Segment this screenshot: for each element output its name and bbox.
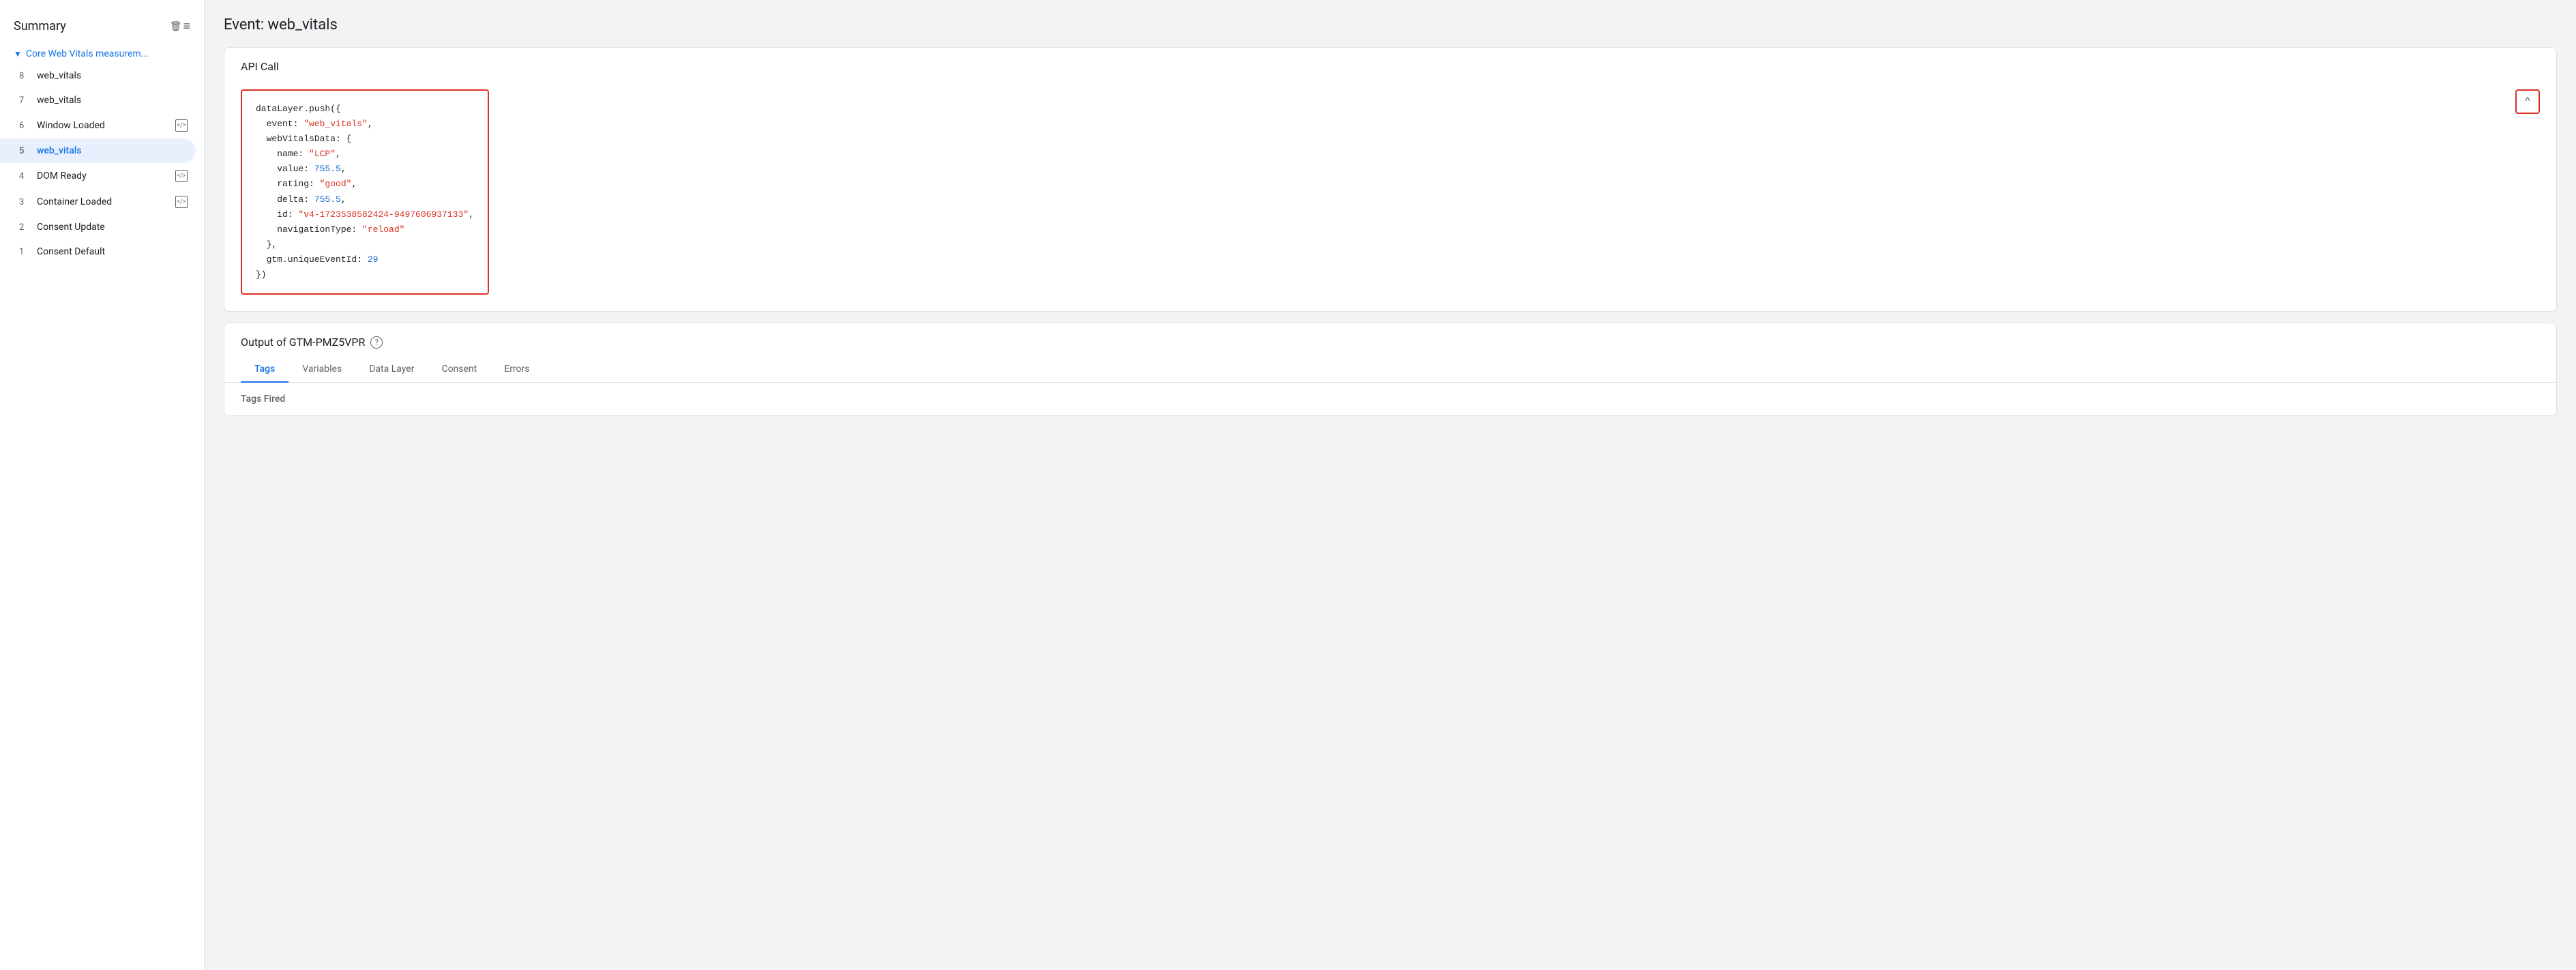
output-header: Output of GTM-PMZ5VPR ? [224, 323, 2556, 349]
code-line-6: rating: "good", [256, 177, 474, 192]
output-header-text: Output of GTM-PMZ5VPR [241, 336, 365, 349]
item-label-7: web_vitals [37, 95, 188, 106]
tabs-row: Tags Variables Data Layer Consent Errors [224, 357, 2556, 383]
item-label-4: DOM Ready [37, 171, 170, 181]
code-line-12: }) [256, 267, 474, 282]
item-label-8: web_vitals [37, 70, 188, 81]
sidebar-section-core-web-vitals[interactable]: ▼ Core Web Vitals measurem... [0, 44, 204, 63]
code-line-7: delta: 755.5, [256, 192, 474, 207]
code-icon-3: </> [175, 196, 188, 208]
api-call-header: API Call [224, 48, 2556, 81]
code-line-11: gtm.uniqueEventId: 29 [256, 252, 474, 267]
sidebar-items: ▼ Core Web Vitals measurem... 8 web_vita… [0, 44, 204, 264]
help-icon[interactable]: ? [370, 336, 383, 349]
code-line-3: webVitalsData: { [256, 132, 474, 147]
sidebar-title: Summary [14, 19, 66, 33]
api-call-card: API Call dataLayer.push({ event: "web_vi… [224, 47, 2557, 312]
code-icon-6: </> [175, 119, 188, 132]
code-line-2: event: "web_vitals", [256, 117, 474, 132]
item-number-2: 2 [19, 222, 31, 233]
sidebar-item-5[interactable]: 5 web_vitals [0, 138, 196, 163]
code-line-9: navigationType: "reload" [256, 222, 474, 237]
sidebar-actions[interactable]: 🗑 ≡ [170, 19, 190, 33]
sidebar-item-6[interactable]: 6 Window Loaded </> [0, 113, 196, 138]
collapse-button[interactable]: ^ [2515, 89, 2540, 114]
tab-consent[interactable]: Consent [428, 357, 490, 383]
page-title: Event: web_vitals [224, 16, 2557, 33]
item-number-4: 4 [19, 171, 31, 181]
sidebar-item-7[interactable]: 7 web_vitals [0, 88, 196, 113]
sidebar-header: Summary 🗑 ≡ [0, 14, 204, 44]
main-content: Event: web_vitals API Call dataLayer.pus… [205, 0, 2576, 970]
sidebar: Summary 🗑 ≡ ▼ Core Web Vitals measurem..… [0, 0, 205, 970]
chevron-down-icon: ▼ [14, 49, 22, 59]
sidebar-item-8[interactable]: 8 web_vitals [0, 63, 196, 88]
item-number-8: 8 [19, 71, 31, 81]
tags-fired-label: Tags Fired [241, 394, 285, 405]
output-card: Output of GTM-PMZ5VPR ? Tags Variables D… [224, 323, 2557, 416]
item-number-7: 7 [19, 95, 31, 106]
sidebar-item-3[interactable]: 3 Container Loaded </> [0, 189, 196, 215]
code-icon-4: </> [175, 170, 188, 182]
item-label-2: Consent Update [37, 222, 188, 233]
item-label-3: Container Loaded [37, 196, 170, 207]
code-block: dataLayer.push({ event: "web_vitals", we… [241, 89, 489, 295]
tab-data-layer[interactable]: Data Layer [355, 357, 428, 383]
sidebar-item-1[interactable]: 1 Consent Default [0, 239, 196, 264]
delete-icon[interactable]: 🗑 [170, 21, 182, 32]
item-number-1: 1 [19, 247, 31, 257]
api-call-body: dataLayer.push({ event: "web_vitals", we… [224, 81, 2556, 311]
code-line-8: id: "v4-1723538582424-9497606937133", [256, 207, 474, 222]
code-line-1: dataLayer.push({ [256, 102, 474, 117]
code-line-4: name: "LCP", [256, 147, 474, 162]
tab-errors[interactable]: Errors [490, 357, 543, 383]
code-line-10: }, [256, 237, 474, 252]
item-number-5: 5 [19, 146, 31, 156]
item-label-1: Consent Default [37, 246, 188, 257]
item-label-5: web_vitals [37, 145, 188, 156]
sidebar-section-label: Core Web Vitals measurem... [26, 48, 149, 59]
sidebar-item-4[interactable]: 4 DOM Ready </> [0, 163, 196, 189]
tab-variables[interactable]: Variables [288, 357, 355, 383]
filter-icon[interactable]: ≡ [183, 19, 190, 33]
item-number-3: 3 [19, 197, 31, 207]
item-label-6: Window Loaded [37, 120, 170, 131]
code-line-5: value: 755.5, [256, 162, 474, 177]
sidebar-item-2[interactable]: 2 Consent Update [0, 215, 196, 239]
item-number-6: 6 [19, 121, 31, 131]
tab-tags[interactable]: Tags [241, 357, 288, 383]
tags-fired-section: Tags Fired [224, 383, 2556, 415]
